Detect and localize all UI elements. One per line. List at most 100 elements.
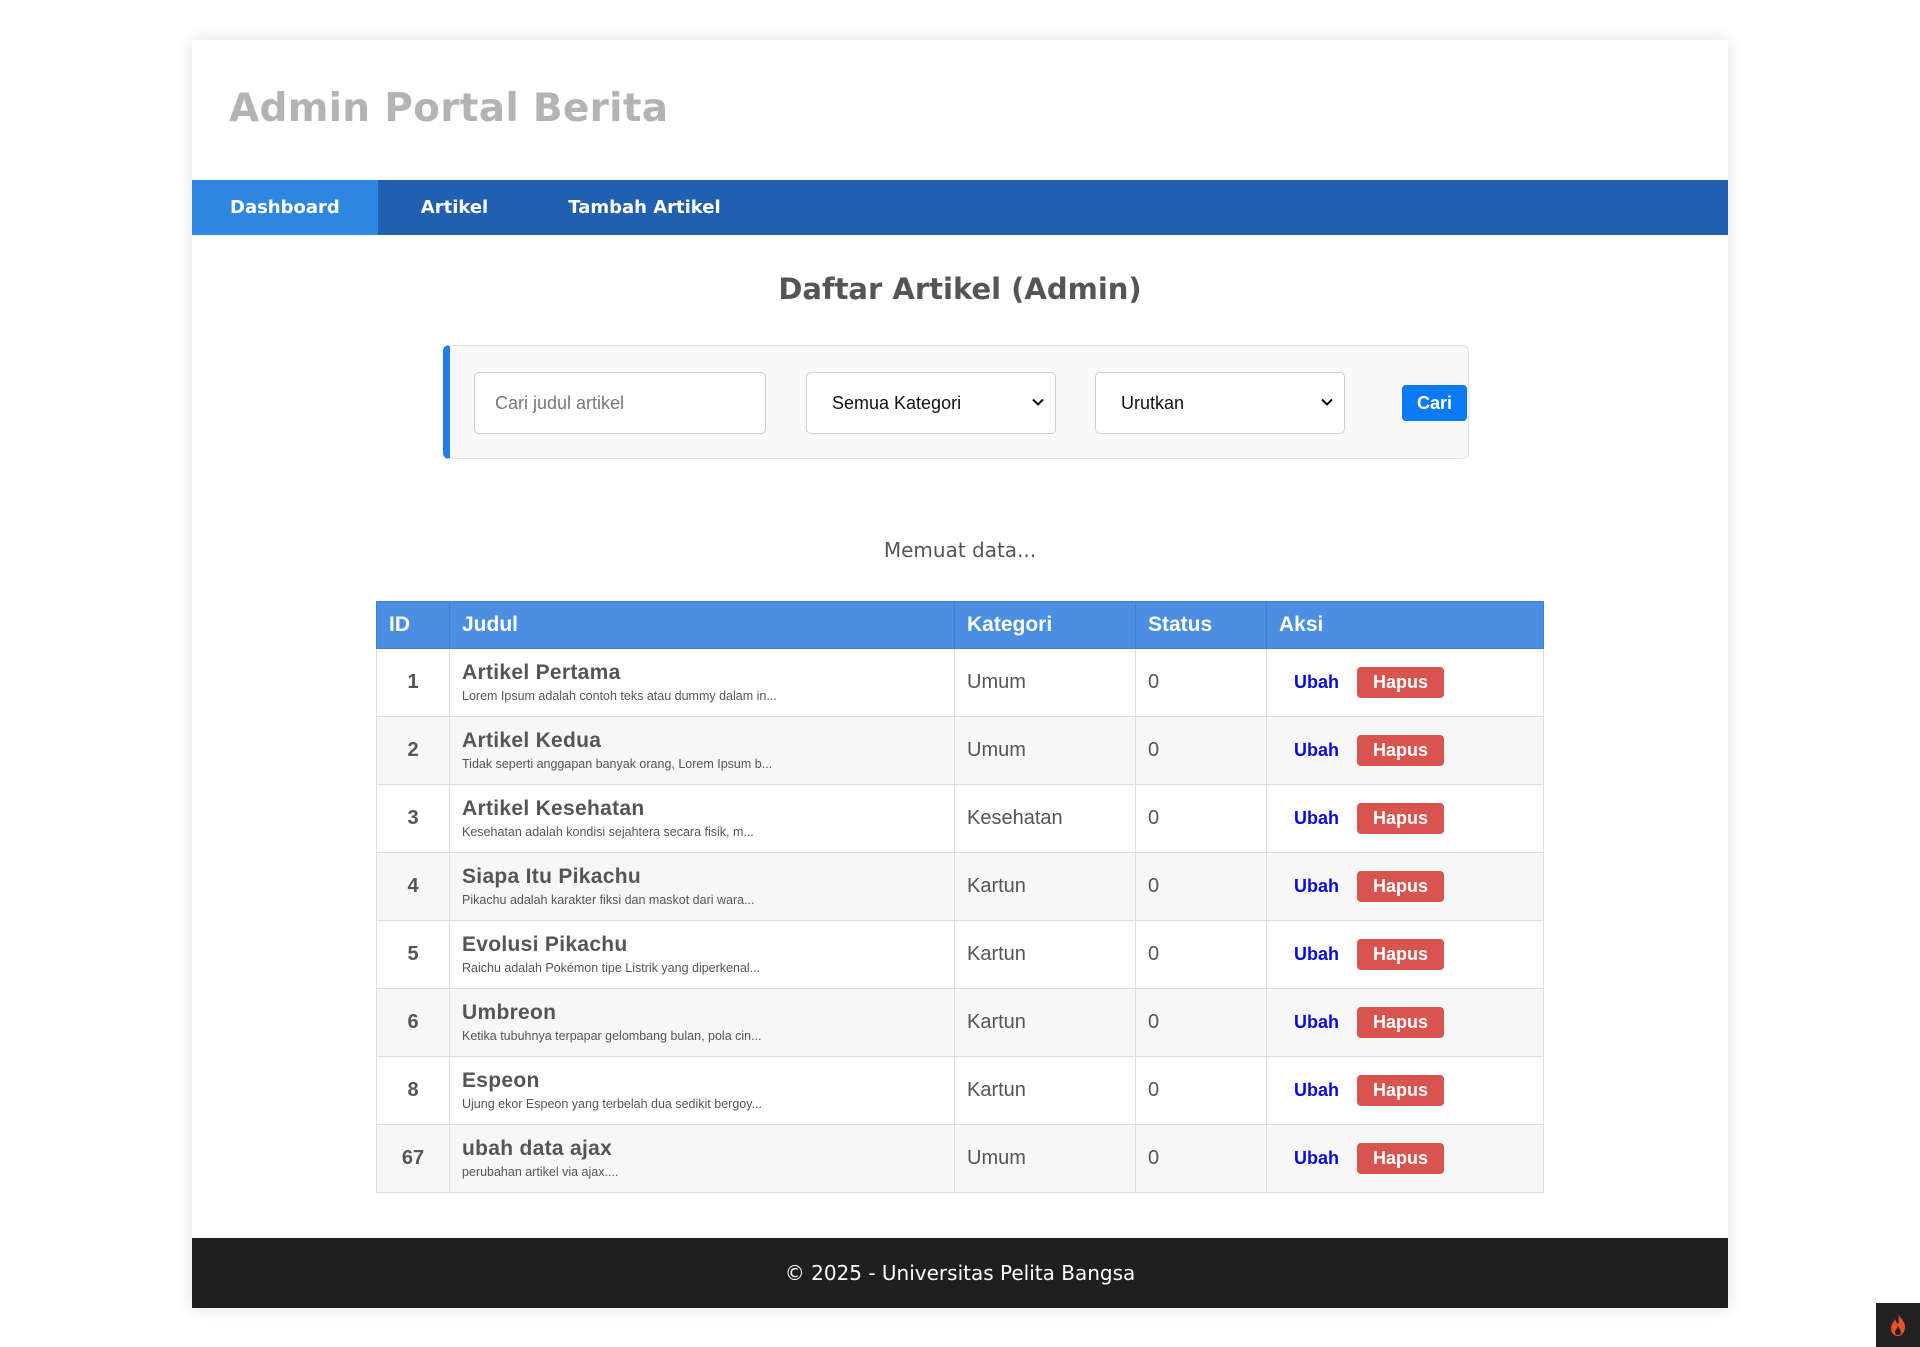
- cell-status: 0: [1135, 784, 1267, 853]
- article-title: Evolusi Pikachu: [462, 933, 628, 956]
- col-header-judul: Judul: [449, 601, 955, 649]
- table-header-row: ID Judul Kategori Status Aksi: [376, 601, 1544, 649]
- article-excerpt: Kesehatan adalah kondisi sejahtera secar…: [462, 825, 754, 839]
- cell-aksi: Ubah Hapus: [1266, 648, 1544, 717]
- article-title: Artikel Pertama: [462, 661, 621, 684]
- cell-kategori: Kartun: [954, 1056, 1136, 1125]
- cell-kategori: Umum: [954, 1124, 1136, 1193]
- cell-status: 0: [1135, 1056, 1267, 1125]
- cell-id: 67: [376, 1124, 450, 1193]
- table-body: 1 Artikel Pertama Lorem Ipsum adalah conto…: [376, 648, 1544, 1193]
- cell-id: 4: [376, 852, 450, 921]
- cell-judul: Evolusi Pikachu Raichu adalah Pokémon tip…: [449, 920, 955, 989]
- table-row: 3 Artikel Kesehatan Kesehatan adalah kondi…: [376, 784, 1544, 853]
- cell-kategori: Kartun: [954, 852, 1136, 921]
- category-select-value: Semua Kategori: [832, 393, 962, 413]
- delete-button[interactable]: Hapus: [1357, 871, 1445, 902]
- cell-judul: ubah data ajax perubahan artikel via ajax…: [449, 1124, 955, 1193]
- edit-button[interactable]: Ubah: [1294, 1080, 1339, 1101]
- cell-aksi: Ubah Hapus: [1266, 716, 1544, 785]
- cell-status: 0: [1135, 988, 1267, 1057]
- site-footer: © 2025 - Universitas Pelita Bangsa: [192, 1238, 1728, 1308]
- article-excerpt: perubahan artikel via ajax....: [462, 1165, 619, 1179]
- article-title: Umbreon: [462, 1001, 557, 1024]
- table-row: 6 Umbreon Ketika tubuhnya terpapar gelomba…: [376, 988, 1544, 1057]
- table-row: 5 Evolusi Pikachu Raichu adalah Pokémon ti…: [376, 920, 1544, 989]
- loading-status: Memuat data...: [883, 538, 1037, 562]
- cell-judul: Artikel Kesehatan Kesehatan adalah kondis…: [449, 784, 955, 853]
- cell-aksi: Ubah Hapus: [1266, 920, 1544, 989]
- search-input[interactable]: [474, 372, 766, 434]
- cell-status: 0: [1135, 852, 1267, 921]
- sort-select[interactable]: Urutkan: [1095, 372, 1345, 434]
- cell-aksi: Ubah Hapus: [1266, 1124, 1544, 1193]
- delete-button[interactable]: Hapus: [1357, 1143, 1445, 1174]
- cell-kategori: Kartun: [954, 920, 1136, 989]
- article-excerpt: Raichu adalah Pokémon tipe Listrik yang …: [462, 961, 761, 975]
- article-title: ubah data ajax: [462, 1137, 613, 1160]
- cell-id: 6: [376, 988, 450, 1057]
- cell-status: 0: [1135, 920, 1267, 989]
- delete-button[interactable]: Hapus: [1357, 667, 1445, 698]
- category-select[interactable]: Semua Kategori: [806, 372, 1056, 434]
- cell-judul: Espeon Ujung ekor Espeon yang terbelah du…: [449, 1056, 955, 1125]
- delete-button[interactable]: Hapus: [1357, 1075, 1445, 1106]
- article-excerpt: Pikachu adalah karakter fiksi dan maskot…: [462, 893, 755, 907]
- main-nav: Dashboard Artikel Tambah Artikel: [192, 180, 1728, 235]
- cell-kategori: Kesehatan: [954, 784, 1136, 853]
- sort-select-value: Urutkan: [1121, 393, 1185, 413]
- cell-judul: Artikel Pertama Lorem Ipsum adalah contoh…: [449, 648, 955, 717]
- cell-aksi: Ubah Hapus: [1266, 1056, 1544, 1125]
- edit-button[interactable]: Ubah: [1294, 1148, 1339, 1169]
- cell-kategori: Umum: [954, 716, 1136, 785]
- cell-aksi: Ubah Hapus: [1266, 988, 1544, 1057]
- chevron-down-icon: [1032, 398, 1044, 406]
- cell-kategori: Kartun: [954, 988, 1136, 1057]
- cell-id: 8: [376, 1056, 450, 1125]
- article-title: Espeon: [462, 1069, 540, 1092]
- search-button[interactable]: Cari: [1402, 385, 1467, 421]
- article-excerpt: Tidak seperti anggapan banyak orang, Lor…: [462, 757, 773, 771]
- cell-status: 0: [1135, 1124, 1267, 1193]
- article-title: Artikel Kesehatan: [462, 797, 645, 820]
- article-excerpt: Ketika tubuhnya terpapar gelombang bulan…: [462, 1029, 762, 1043]
- edit-button[interactable]: Ubah: [1294, 944, 1339, 965]
- cell-judul: Artikel Kedua Tidak seperti anggapan bany…: [449, 716, 955, 785]
- edit-button[interactable]: Ubah: [1294, 1012, 1339, 1033]
- edit-button[interactable]: Ubah: [1294, 808, 1339, 829]
- page-container: Admin Portal Berita Dashboard Artikel Ta…: [192, 40, 1728, 1308]
- table-row: 2 Artikel Kedua Tidak seperti anggapan ban…: [376, 716, 1544, 785]
- edit-button[interactable]: Ubah: [1294, 672, 1339, 693]
- delete-button[interactable]: Hapus: [1357, 803, 1445, 834]
- nav-dashboard[interactable]: Dashboard: [192, 180, 378, 235]
- delete-button[interactable]: Hapus: [1357, 939, 1445, 970]
- edit-button[interactable]: Ubah: [1294, 740, 1339, 761]
- cell-aksi: Ubah Hapus: [1266, 784, 1544, 853]
- article-title: Artikel Kedua: [462, 729, 602, 752]
- article-excerpt: Ujung ekor Espeon yang terbelah dua sedi…: [462, 1097, 762, 1111]
- filter-form: Semua Kategori Urutkan Cari: [443, 345, 1469, 459]
- delete-button[interactable]: Hapus: [1357, 735, 1445, 766]
- chevron-down-icon: [1321, 398, 1333, 406]
- cell-judul: Umbreon Ketika tubuhnya terpapar gelomban…: [449, 988, 955, 1057]
- edit-button[interactable]: Ubah: [1294, 876, 1339, 897]
- cell-id: 3: [376, 784, 450, 853]
- delete-button[interactable]: Hapus: [1357, 1007, 1445, 1038]
- nav-tambah-artikel[interactable]: Tambah Artikel: [530, 180, 758, 235]
- col-header-kategori: Kategori: [954, 601, 1136, 649]
- cell-judul: Siapa Itu Pikachu Pikachu adalah karakter…: [449, 852, 955, 921]
- col-header-id: ID: [376, 601, 450, 649]
- cell-id: 2: [376, 716, 450, 785]
- table-row: 67 ubah data ajax perubahan artikel via aj…: [376, 1124, 1544, 1193]
- site-title: Admin Portal Berita: [229, 86, 669, 131]
- nav-artikel[interactable]: Artikel: [378, 180, 530, 235]
- col-header-status: Status: [1135, 601, 1267, 649]
- articles-table: ID Judul Kategori Status Aksi 1 Artikel P…: [376, 601, 1544, 1193]
- toolbar-badge[interactable]: [1876, 1303, 1920, 1347]
- page-title: Daftar Artikel (Admin): [778, 272, 1142, 306]
- footer-text: © 2025 - Universitas Pelita Bangsa: [784, 1261, 1136, 1285]
- table-row: 8 Espeon Ujung ekor Espeon yang terbelah d…: [376, 1056, 1544, 1125]
- table-row: 1 Artikel Pertama Lorem Ipsum adalah conto…: [376, 648, 1544, 717]
- cell-status: 0: [1135, 716, 1267, 785]
- table-row: 4 Siapa Itu Pikachu Pikachu adalah karakte…: [376, 852, 1544, 921]
